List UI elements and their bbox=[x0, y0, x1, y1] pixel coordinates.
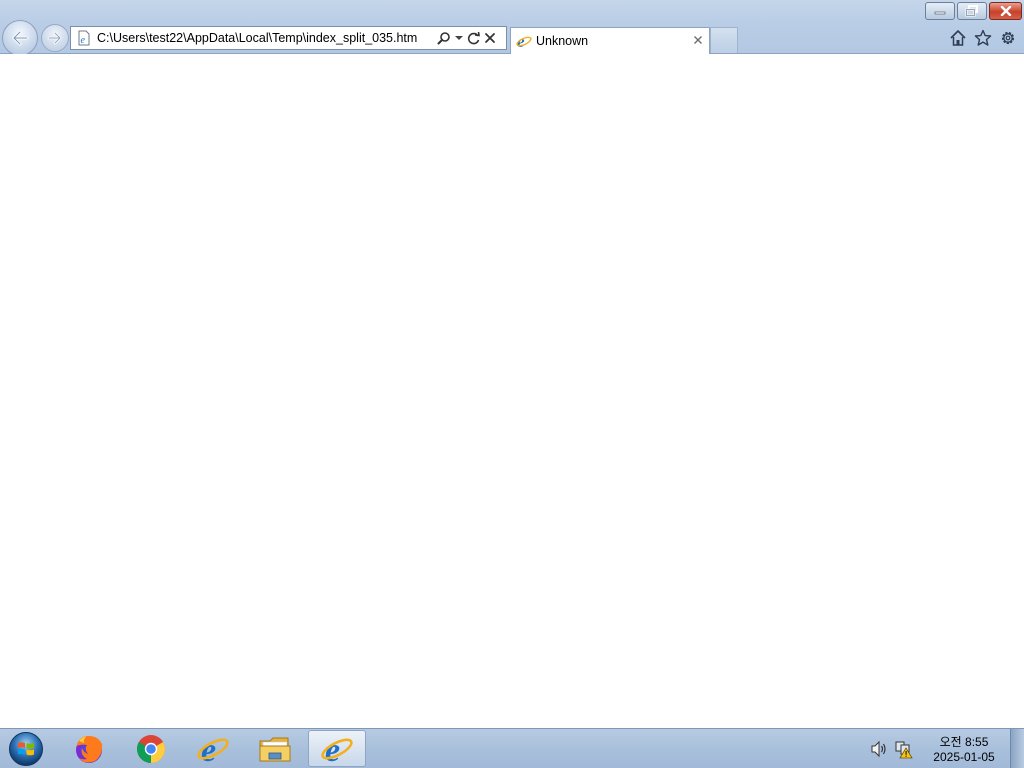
tab-active[interactable]: e Unknown bbox=[510, 27, 710, 54]
taskbar-firefox[interactable] bbox=[60, 730, 118, 767]
taskbar-internet-explorer-active[interactable]: e bbox=[308, 730, 366, 767]
chrome-icon bbox=[137, 734, 165, 763]
minimize-icon bbox=[934, 11, 946, 15]
gear-icon bbox=[1001, 31, 1015, 45]
svg-text:e: e bbox=[81, 35, 86, 46]
forward-arrow-icon bbox=[47, 31, 62, 45]
taskbar-chrome[interactable] bbox=[122, 730, 180, 767]
search-button[interactable] bbox=[435, 28, 453, 48]
stop-button[interactable] bbox=[482, 28, 498, 48]
stop-icon bbox=[485, 33, 495, 43]
restore-icon bbox=[965, 5, 978, 17]
firefox-icon bbox=[76, 735, 103, 763]
favorites-button[interactable] bbox=[973, 28, 993, 48]
clock-time[interactable]: 오전 8:55 bbox=[925, 733, 1003, 750]
taskbar-internet-explorer[interactable]: e bbox=[184, 730, 242, 767]
chevron-down-icon bbox=[455, 36, 463, 40]
ie-icon: e bbox=[516, 33, 532, 49]
refresh-button[interactable] bbox=[465, 28, 482, 48]
clock-date[interactable]: 2025-01-05 bbox=[925, 750, 1003, 764]
taskbar-windows-explorer[interactable] bbox=[246, 730, 304, 767]
restore-button[interactable] bbox=[957, 2, 987, 20]
close-icon bbox=[1000, 6, 1011, 16]
taskbar: e e 오전 8:55 2025-01-05 bbox=[0, 728, 1024, 768]
address-bar[interactable]: e C:\Users\test22\AppData\Local\Temp\ind… bbox=[70, 26, 507, 50]
windows-logo-icon bbox=[9, 732, 43, 766]
address-url-text[interactable]: C:\Users\test22\AppData\Local\Temp\index… bbox=[97, 31, 435, 45]
tab-close-button[interactable] bbox=[691, 33, 705, 47]
volume-icon[interactable] bbox=[869, 739, 889, 759]
minimize-button[interactable] bbox=[925, 2, 955, 20]
back-button[interactable] bbox=[2, 20, 38, 56]
page-content[interactable] bbox=[0, 54, 1024, 728]
show-desktop-button[interactable] bbox=[1010, 729, 1024, 768]
refresh-icon bbox=[467, 31, 480, 45]
search-icon bbox=[437, 32, 450, 45]
address-dropdown-button[interactable] bbox=[453, 28, 465, 48]
ie-icon: e bbox=[321, 732, 353, 766]
home-icon bbox=[950, 30, 966, 46]
star-icon bbox=[974, 29, 992, 46]
back-arrow-icon bbox=[12, 30, 29, 46]
network-warning-icon[interactable] bbox=[894, 739, 914, 759]
new-tab-button[interactable] bbox=[710, 27, 738, 53]
ie-page-icon: e bbox=[74, 28, 94, 48]
home-button[interactable] bbox=[948, 28, 968, 48]
forward-button[interactable] bbox=[41, 24, 69, 52]
close-window-button[interactable] bbox=[989, 2, 1022, 20]
ie-icon: e bbox=[197, 732, 229, 766]
browser-frame: e C:\Users\test22\AppData\Local\Temp\ind… bbox=[0, 0, 1024, 56]
folder-icon bbox=[259, 737, 291, 761]
tab-title: Unknown bbox=[536, 34, 589, 48]
close-icon bbox=[694, 36, 702, 44]
tools-button[interactable] bbox=[998, 28, 1018, 48]
start-button[interactable] bbox=[5, 730, 47, 768]
